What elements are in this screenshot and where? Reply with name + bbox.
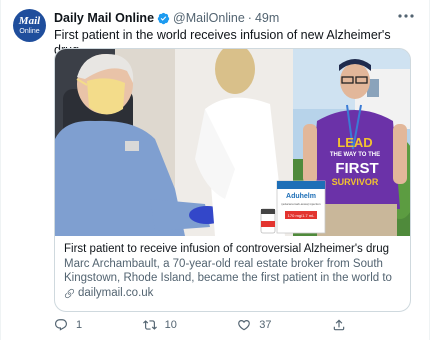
card-title[interactable]: First patient to receive infusion of con… xyxy=(64,242,401,256)
box-sub: (aducanumab-avwa) injection xyxy=(281,202,321,206)
retweet-button[interactable]: 10 xyxy=(142,316,177,334)
tweet-time[interactable]: 49m xyxy=(255,11,279,25)
retweet-count: 10 xyxy=(164,319,177,331)
more-icon[interactable] xyxy=(397,8,415,24)
reply-button[interactable]: 1 xyxy=(54,316,82,334)
action-bar: 1 10 37 xyxy=(54,316,354,334)
shirt-line4: SURVIVOR xyxy=(332,177,379,187)
link-card[interactable]: LEAD THE WAY TO THE FIRST SURVIVOR Aduhe… xyxy=(54,48,411,312)
avatar[interactable]: Mail Online xyxy=(13,9,46,42)
tweet-header: Daily Mail Online @MailOnline · 49m xyxy=(54,10,419,26)
share-button[interactable] xyxy=(332,316,354,334)
separator-dot: · xyxy=(247,11,252,25)
like-icon xyxy=(238,320,251,331)
reply-count: 1 xyxy=(76,319,83,331)
account-handle[interactable]: @MailOnline xyxy=(173,11,245,25)
card-link[interactable]: dailymail.co.uk xyxy=(64,286,401,300)
card-image[interactable]: LEAD THE WAY TO THE FIRST SURVIVOR Aduhe… xyxy=(55,49,410,236)
card-domain: dailymail.co.uk xyxy=(78,287,154,299)
avatar-line2: Online xyxy=(19,28,40,35)
like-button[interactable]: 37 xyxy=(237,316,272,334)
account-name[interactable]: Daily Mail Online xyxy=(54,11,154,25)
shirt-line3: FIRST xyxy=(335,160,378,177)
shirt-line1: LEAD xyxy=(337,135,372,150)
card-photo: LEAD THE WAY TO THE FIRST SURVIVOR Aduhe… xyxy=(55,49,410,236)
card-body: First patient to receive infusion of con… xyxy=(55,236,410,300)
reply-icon xyxy=(55,319,67,331)
verified-badge-icon xyxy=(157,12,170,24)
box-dose: 170 mg/1.7 mL xyxy=(288,213,315,218)
like-count: 37 xyxy=(259,319,272,331)
retweet-icon xyxy=(142,320,157,330)
share-icon xyxy=(333,319,345,331)
tweet[interactable]: Mail Online Daily Mail Online @MailOnlin… xyxy=(0,0,430,340)
avatar-line1: Mail xyxy=(18,15,41,27)
card-description: Marc Archambault, a 70-year-old real est… xyxy=(64,258,392,284)
link-icon xyxy=(64,288,75,298)
box-brand: Aduhelm xyxy=(286,193,316,200)
shirt-line2: THE WAY TO THE xyxy=(330,152,380,158)
